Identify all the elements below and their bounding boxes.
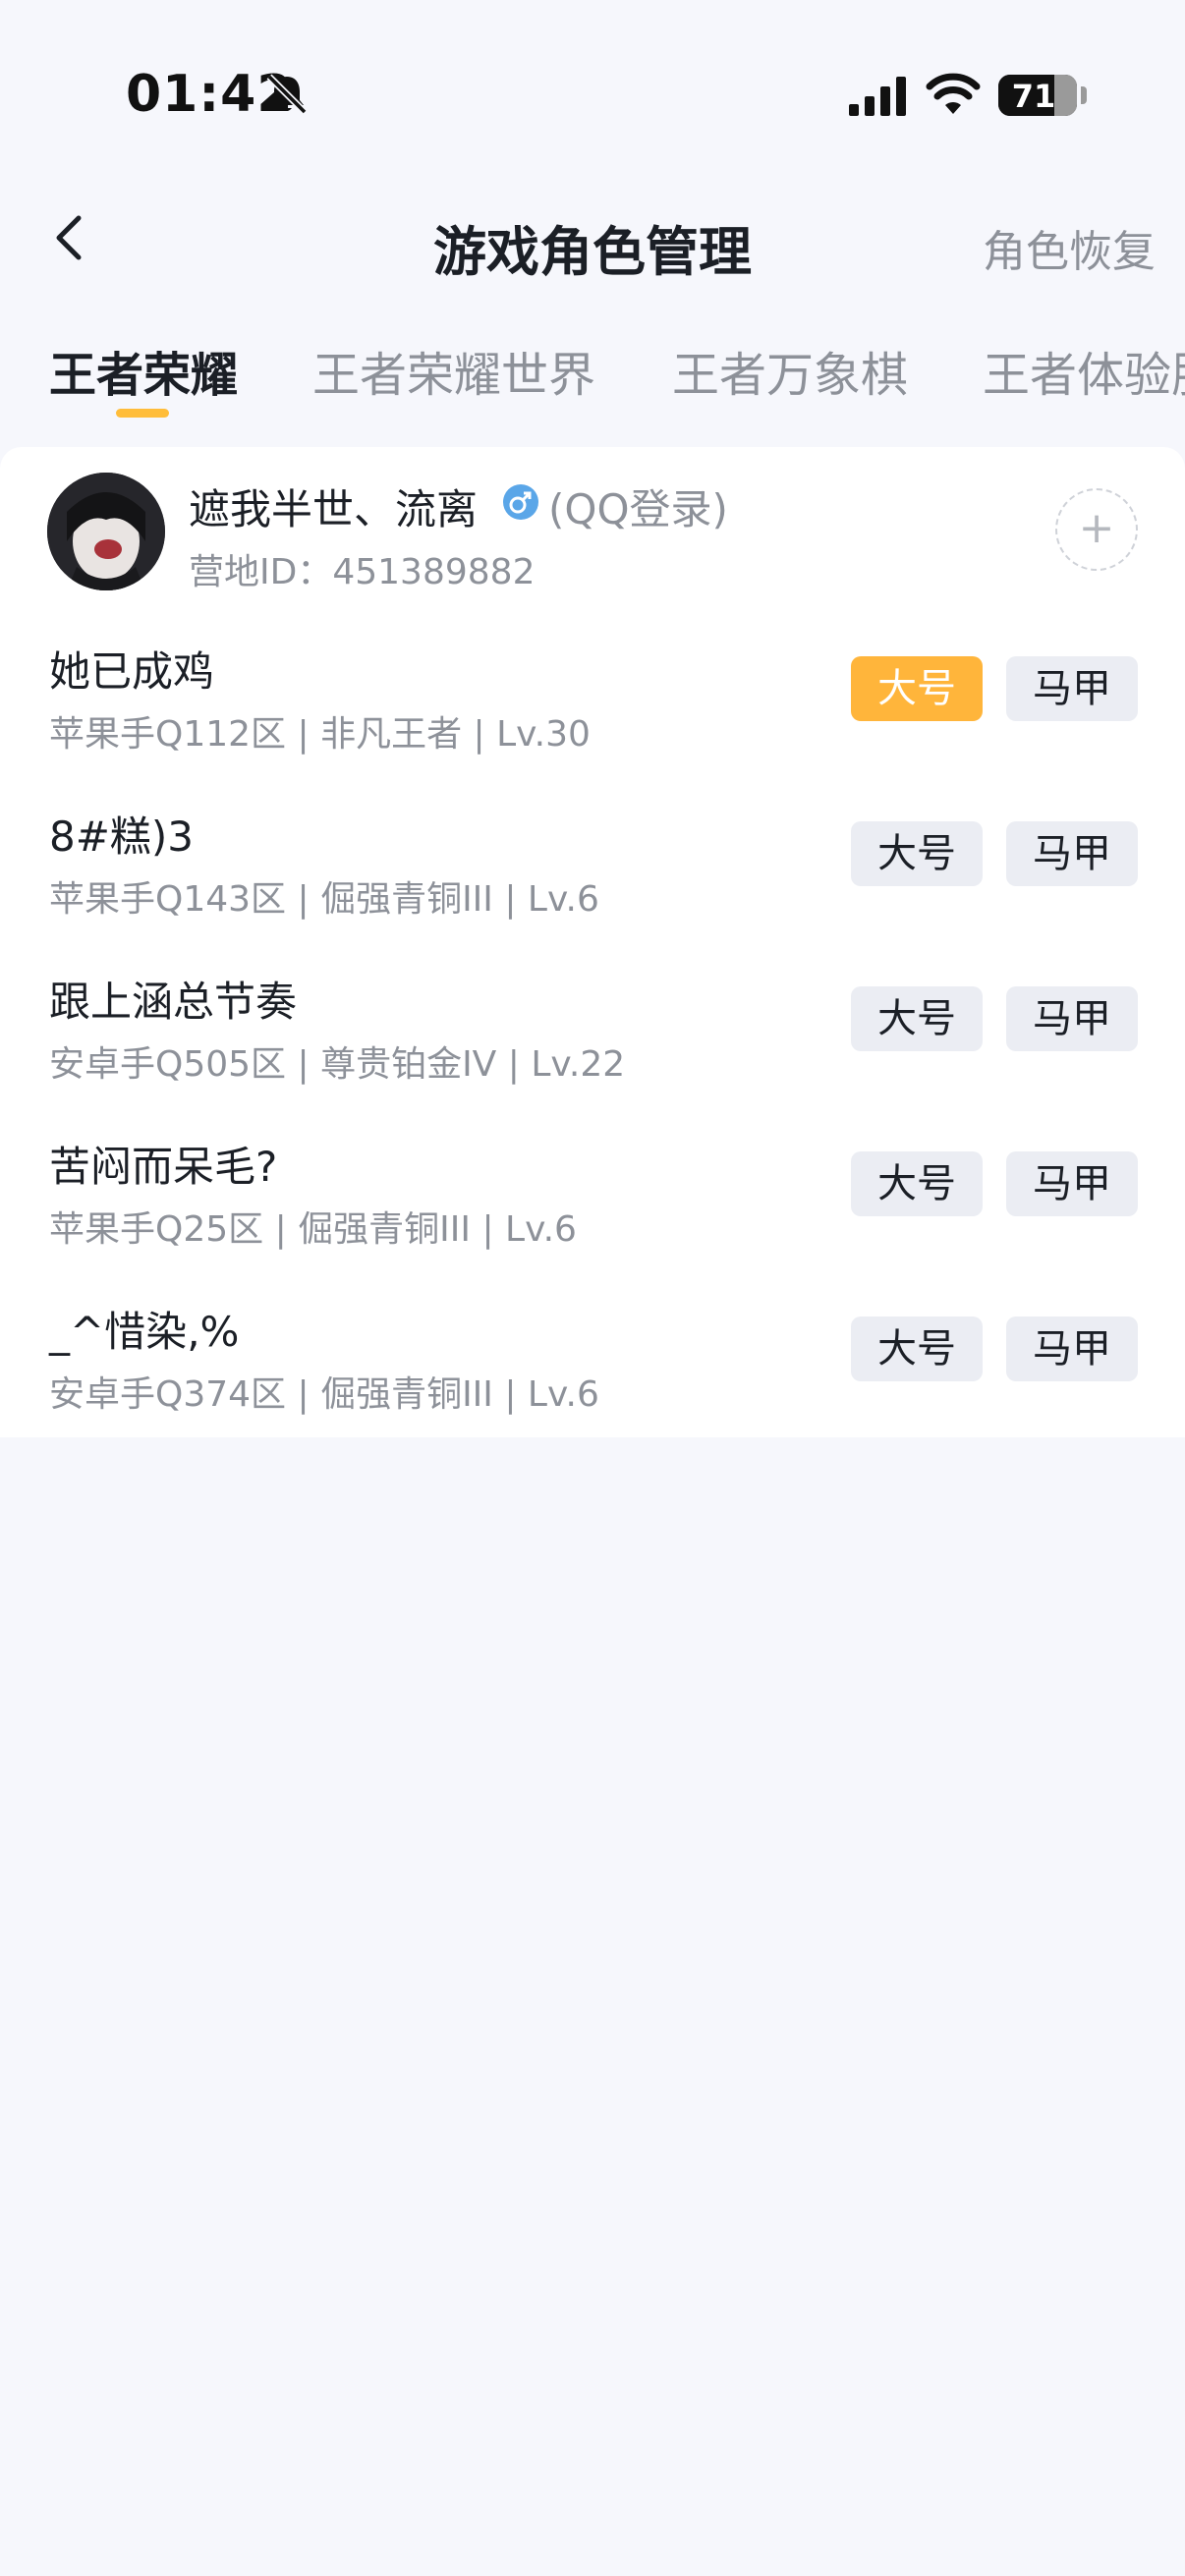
account-id: 营地ID：451389882 (189, 552, 536, 592)
role-name: 苦闷而呆毛? (49, 1143, 278, 1191)
login-type: (QQ登录) (548, 485, 728, 533)
tab-honor-of-kings-world[interactable]: 王者荣耀世界 (312, 336, 595, 405)
game-tabs: 王者荣耀 王者荣耀世界 王者万象棋 王者体验服 (0, 324, 1185, 432)
role-row: 8#糕)3 苹果手Q143区 | 倔强青铜III | Lv.6 大号 马甲 (0, 784, 1185, 949)
role-name: 她已成鸡 (49, 647, 215, 696)
role-meta: 苹果手Q143区 | 倔强青铜III | Lv.6 (49, 879, 599, 920)
role-card: 遮我半世、流离 (QQ登录) 营地ID：451389882 + 她已成鸡 苹果手… (0, 447, 1185, 1437)
tab-honor-of-kings[interactable]: 王者荣耀 (49, 336, 238, 405)
main-account-button[interactable]: 大号 (851, 821, 983, 886)
alt-account-button[interactable]: 马甲 (1006, 986, 1138, 1051)
avatar-image (47, 473, 165, 590)
main-account-button[interactable]: 大号 (851, 1151, 983, 1216)
alt-account-button[interactable]: 马甲 (1006, 821, 1138, 886)
role-restore-button[interactable]: 角色恢复 (983, 216, 1156, 279)
alt-account-button[interactable]: 马甲 (1006, 1151, 1138, 1216)
role-name: 跟上涵总节奏 (49, 978, 298, 1026)
battery-percent: 71 (1011, 78, 1056, 115)
role-row: 苦闷而呆毛? 苹果手Q25区 | 倔强青铜III | Lv.6 大号 马甲 (0, 1114, 1185, 1279)
screen: 01:42 71 游戏角色管理 角色恢复 王者荣耀 王者荣耀世界 王者万象棋 王… (0, 0, 1185, 2576)
role-meta: 安卓手Q505区 | 尊贵铂金IV | Lv.22 (49, 1044, 626, 1085)
nav-bar: 游戏角色管理 角色恢复 (0, 187, 1185, 300)
main-account-button[interactable]: 大号 (851, 656, 983, 721)
main-account-button[interactable]: 大号 (851, 1316, 983, 1381)
bell-off-icon (266, 74, 308, 115)
tab-honor-of-kings-test-server[interactable]: 王者体验服 (983, 336, 1185, 405)
alt-account-button[interactable]: 马甲 (1006, 656, 1138, 721)
wifi-icon (926, 73, 981, 114)
role-meta: 苹果手Q25区 | 倔强青铜III | Lv.6 (49, 1209, 577, 1250)
status-bar: 01:42 71 (0, 0, 1185, 187)
avatar[interactable] (47, 473, 165, 590)
account-header: 遮我半世、流离 (QQ登录) 营地ID：451389882 + (0, 447, 1185, 619)
role-meta: 苹果手Q112区 | 非凡王者 | Lv.30 (49, 714, 591, 755)
plus-icon[interactable]: + (1055, 488, 1138, 571)
role-row: 跟上涵总节奏 安卓手Q505区 | 尊贵铂金IV | Lv.22 大号 马甲 (0, 949, 1185, 1114)
battery-icon: 71 (998, 75, 1077, 116)
role-name: _^惜染,% (49, 1308, 240, 1356)
account-name: 遮我半世、流离 (189, 485, 479, 533)
signal-icon (849, 77, 906, 116)
role-row: 她已成鸡 苹果手Q112区 | 非凡王者 | Lv.30 大号 马甲 (0, 619, 1185, 784)
role-row: _^惜染,% 安卓手Q374区 | 倔强青铜III | Lv.6 大号 马甲 (0, 1279, 1185, 1444)
main-account-button[interactable]: 大号 (851, 986, 983, 1051)
role-meta: 安卓手Q374区 | 倔强青铜III | Lv.6 (49, 1374, 599, 1415)
alt-account-button[interactable]: 马甲 (1006, 1316, 1138, 1381)
active-tab-indicator (116, 409, 169, 418)
male-icon (503, 484, 538, 520)
tab-honor-of-kings-chess[interactable]: 王者万象棋 (672, 336, 908, 405)
battery-cap (1081, 86, 1087, 104)
role-name: 8#糕)3 (49, 812, 195, 861)
